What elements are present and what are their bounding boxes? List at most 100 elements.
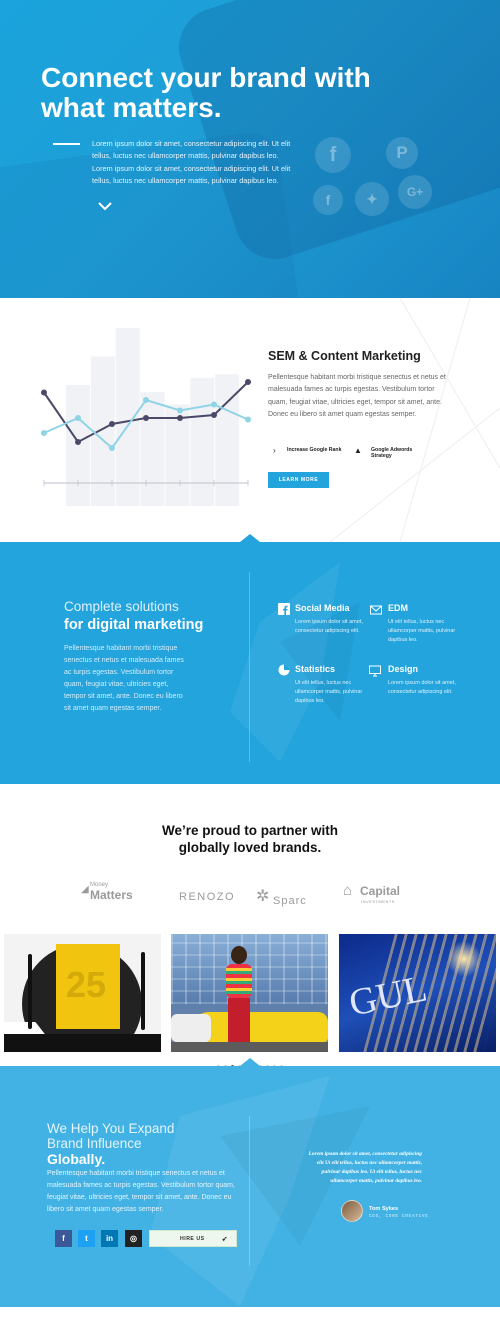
service-title-statistics: Statistics [295,664,336,674]
twitter-icon: ✦ [355,182,389,216]
facebook-button[interactable]: f [55,1230,72,1247]
section-divider [249,1116,250,1266]
sem-line-chart [41,328,251,506]
pie-chart-icon [278,664,290,676]
service-text-statistics: Ut elit tellus, luctus nec ullamcorper m… [295,680,363,704]
avatar [341,1200,363,1222]
building-photo[interactable]: GUL [339,934,496,1052]
testimonial-name: Tom Sykes [369,1206,399,1212]
facebook-icon [278,603,290,615]
testimonial-quote: Lorem ipsum dolor sit amet, consectetur … [308,1151,422,1184]
monitor-icon [369,665,381,677]
chart-bar [115,328,140,506]
learn-more-button[interactable]: LEARN MORE [268,472,329,488]
logo-capital-small: INVESTMENTS [361,899,395,904]
service-text-design: Lorem ipsum dolor sit amet, consectetur … [388,680,456,695]
chart-bar [140,392,165,506]
twitter-button[interactable]: t [78,1230,95,1247]
expand-title-line2: Brand Influence [47,1135,142,1151]
chart-point [109,445,115,451]
partners-section: We’re proud to partner with globally lov… [0,784,500,1068]
knife-icon [28,954,32,1029]
expand-description: Pellentesque habitant morbi tristique se… [47,1170,235,1214]
sparc-icon: ✲ [256,888,270,905]
capital-icon: ⌂ [343,882,353,899]
services-description: Pellentesque habitant morbi tristique se… [64,645,184,713]
woman-legs [228,998,250,1044]
feature-google-rank: Increase Google Rank [287,447,342,453]
instagram-button[interactable]: ◎ [125,1230,142,1247]
hero-title: Connect your brand with what matters. [41,62,371,123]
expand-title-bold: Globally. [47,1151,106,1167]
feature-adwords: Google Adwords Strategy [371,447,413,459]
section-notch [240,1058,260,1066]
woman-photo[interactable] [171,934,328,1052]
chart-bar [190,377,215,506]
logo-sparc-text: Sparc [273,895,307,907]
chart-point [245,379,251,385]
services-section: Complete solutions for digital marketing… [0,542,500,784]
chart-point [75,439,81,445]
hero-section: f P G+ ✦ f Connect your brand with what … [0,0,500,298]
partners-title-line1: We’re proud to partner with [161,823,338,838]
building-lights [449,939,479,979]
pinterest-icon: P [386,137,418,169]
photo-floor [4,1034,161,1052]
chart-bar [165,404,190,506]
road [171,1042,328,1052]
chart-point [143,415,149,421]
chart-point [75,415,81,421]
chart-point [41,389,47,396]
testimonial-role: CEO, CORE CREATIVE [369,1214,429,1219]
logo-capital-text: Capital [360,884,401,898]
yellow-car [191,1012,328,1042]
services-title-light: Complete solutions [64,599,179,614]
chart-point [143,397,149,403]
money-matters-icon: ◢ [81,884,89,895]
chevron-right-icon: › [273,446,276,455]
expand-title: We Help You Expand Brand Influence [47,1121,237,1151]
mail-icon [370,605,382,615]
chart-point [41,430,47,436]
hire-us-button[interactable]: HIRE US ➶ [149,1230,237,1247]
chevron-down-icon[interactable] [96,200,114,212]
service-text-edm: Ut elit tellus, luctus nec ullamcorper m… [388,619,456,643]
expand-title-line1: We Help You Expand [47,1121,175,1136]
section-notch [240,534,260,542]
logo-money-big: Matters [90,888,133,902]
google-plus-icon: G+ [398,175,432,209]
hire-us-label: HIRE US [180,1235,205,1242]
white-car [171,1014,211,1042]
adwords-icon: ▲ [354,446,362,455]
facebook-icon: f [315,137,351,173]
facebook-icon: f [313,185,343,215]
hero-divider [53,143,80,145]
fork-icon [141,952,145,1030]
services-title-bold: for digital marketing [64,617,204,633]
book-photo[interactable]: 25 [4,934,161,1052]
landing-page: f P G+ ✦ f Connect your brand with what … [0,0,500,1329]
linkedin-button[interactable]: in [101,1230,118,1247]
hero-description: Lorem ipsum dolor sit amet, consectetur … [92,139,291,185]
chart-point [211,401,217,408]
send-icon: ➶ [221,1235,228,1243]
service-title-social: Social Media [295,603,350,613]
chart-point [109,421,115,427]
book-number: 25 [66,964,107,1005]
service-text-social: Lorem ipsum dolor sit amet, consectetur … [295,619,363,634]
sem-description: Pellentesque habitant morbi tristique se… [268,374,446,418]
expand-section: We Help You Expand Brand Influence Globa… [0,1066,500,1307]
chart-point [177,407,183,414]
section-divider [249,572,250,762]
sem-title: SEM & Content Marketing [268,349,421,363]
chart-bar [66,384,90,506]
partners-title: We’re proud to partner with globally lov… [0,822,500,856]
chart-point [211,412,217,418]
sem-section: SEM & Content Marketing Pellentesque hab… [0,298,500,542]
partners-title-line2: globally loved brands. [178,840,322,855]
logo-renozo[interactable]: RENOZO [179,891,235,903]
service-title-edm: EDM [388,603,408,613]
service-title-design: Design [388,664,419,674]
woman-head [231,946,247,964]
chart-point [245,416,251,423]
